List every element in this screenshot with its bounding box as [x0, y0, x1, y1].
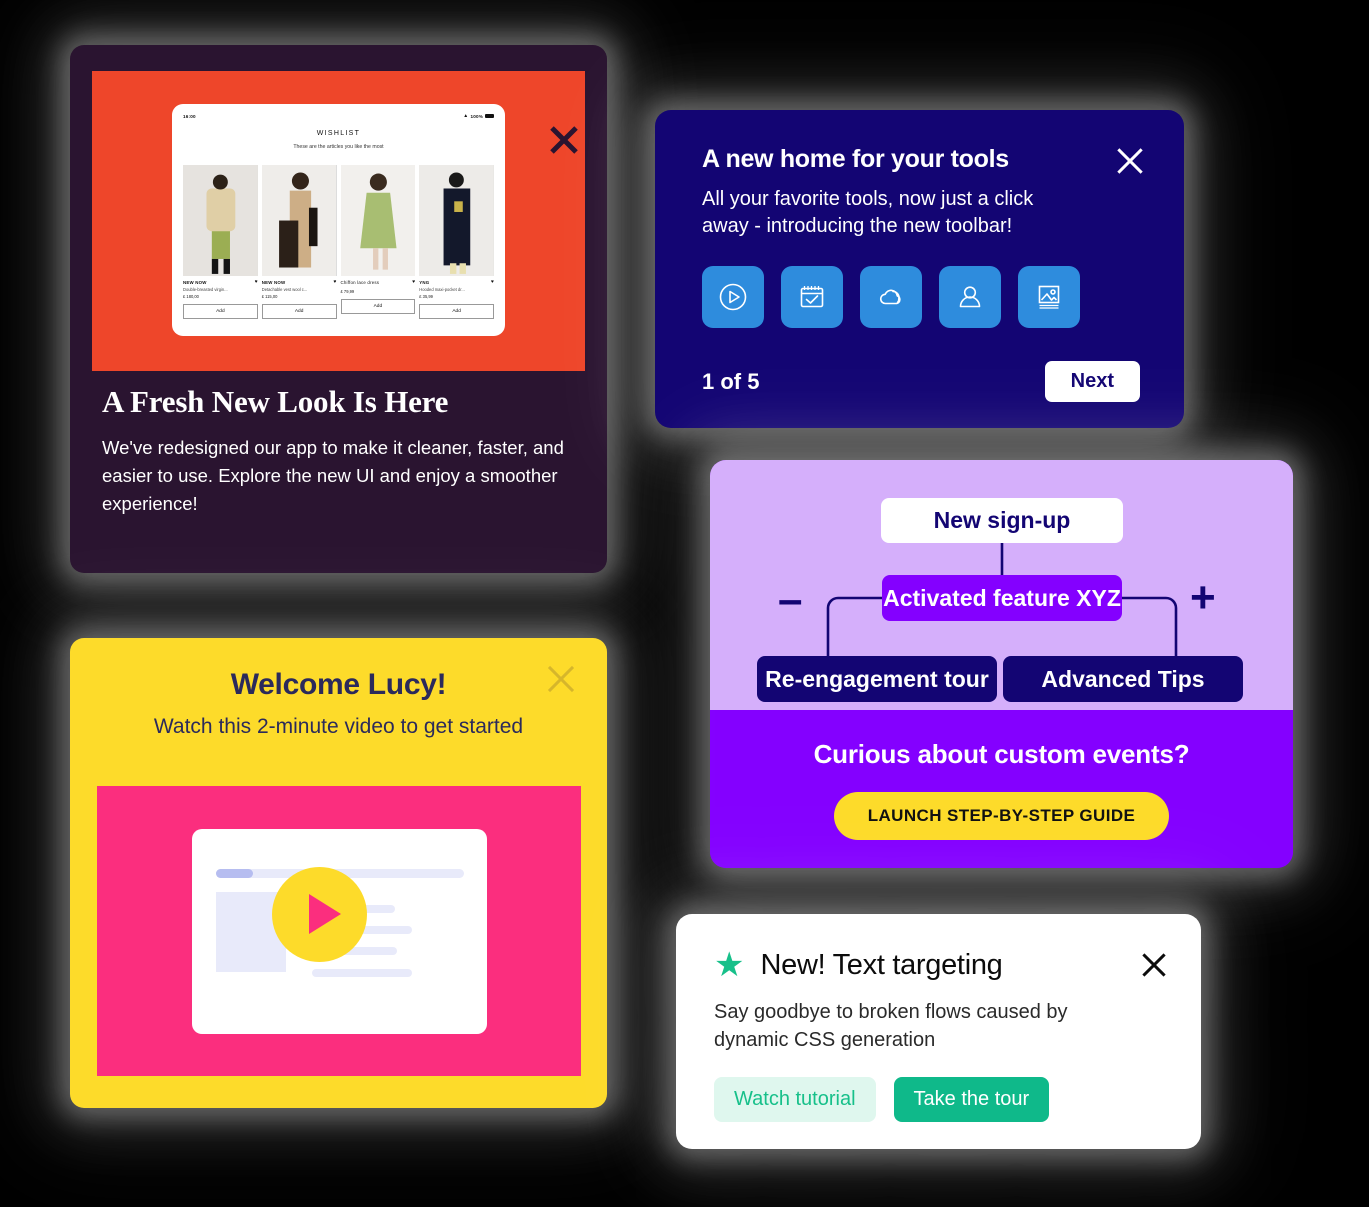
heart-icon[interactable]: ♥	[255, 280, 258, 285]
toolbar-footer: 1 of 5 Next	[702, 361, 1140, 402]
screenshot-stage: 16:00 ▲ 100% WISHLIST These are the arti…	[0, 0, 1369, 1207]
step-counter: 1 of 5	[702, 368, 760, 394]
cloud-icon[interactable]	[860, 266, 922, 328]
welcome-subheading: Watch this 2-minute video to get started	[153, 715, 524, 738]
targeting-body: Say goodbye to broken flows caused by dy…	[714, 1001, 1068, 1052]
mock-status-bar: 16:00 ▲ 100%	[183, 113, 494, 119]
close-icon[interactable]	[544, 662, 578, 696]
mock-status-battery-label: 100%	[470, 113, 483, 119]
calendar-check-icon[interactable]	[781, 266, 843, 328]
play-icon[interactable]	[271, 866, 367, 962]
battery-icon	[485, 113, 494, 119]
flow-node-activated-feature[interactable]: Activated feature XYZ	[882, 575, 1122, 621]
product-card[interactable]: NEW NOW ♥ Double-breasted virgin... £ 18…	[183, 165, 258, 319]
flow-node-new-signup[interactable]: New sign-up	[881, 498, 1123, 543]
product-meta: Chiffon lace dress ♥	[340, 280, 416, 286]
close-icon[interactable]	[1139, 950, 1169, 980]
product-meta: NEW NOW ♥	[183, 280, 258, 286]
launch-guide-button[interactable]: LAUNCH STEP-BY-STEP GUIDE	[833, 791, 1170, 840]
plus-icon[interactable]: +	[1190, 576, 1216, 620]
product-photo	[340, 165, 416, 276]
welcome-video-card: Welcome Lucy! Watch this 2-minute video …	[70, 638, 607, 1108]
add-to-cart-button[interactable]: Add	[261, 304, 337, 319]
welcome-heading: Welcome Lucy!	[230, 668, 447, 701]
add-to-cart-button[interactable]: Add	[183, 304, 258, 319]
mock-product-grid: NEW NOW ♥ Double-breasted virgin... £ 18…	[183, 165, 494, 319]
mock-text-line	[311, 968, 412, 977]
wifi-icon: ▲	[463, 113, 469, 119]
custom-events-cta: Curious about custom events? LAUNCH STEP…	[710, 710, 1293, 868]
image-icon[interactable]	[1018, 266, 1080, 328]
close-icon[interactable]	[1113, 144, 1146, 177]
add-to-cart-button[interactable]: Add	[340, 299, 416, 314]
product-description: Detachable vest wool c...	[261, 287, 308, 292]
product-description: Hooded maxi-pocket dr...	[419, 287, 465, 292]
mock-page-title: WISHLIST	[316, 130, 361, 137]
video-mock-window	[191, 828, 487, 1034]
product-card[interactable]: Chiffon lace dress ♥ £ 79,99 Add	[340, 165, 416, 319]
toolbar-card-inner: A new home for your tools All your favor…	[655, 110, 1184, 428]
fresh-look-text-block: A Fresh New Look Is Here We've redesigne…	[102, 384, 572, 518]
product-brand: Chiffon lace dress	[340, 280, 380, 285]
fresh-look-announcement-card: 16:00 ▲ 100% WISHLIST These are the arti…	[70, 45, 607, 573]
custom-events-heading: Curious about custom events?	[813, 738, 1190, 769]
product-brand: NEW NOW	[261, 280, 286, 285]
product-card[interactable]: NEW NOW ♥ Detachable vest wool c... £ 11…	[261, 165, 337, 319]
product-photo	[261, 165, 337, 276]
watch-tutorial-button[interactable]: Watch tutorial	[714, 1076, 876, 1122]
toolbar-announcement-card: A new home for your tools All your favor…	[655, 110, 1184, 428]
heart-icon[interactable]: ♥	[334, 280, 337, 285]
fresh-look-body: We've redesigned our app to make it clea…	[102, 437, 564, 515]
targeting-title: New! Text targeting	[760, 948, 1003, 981]
product-photo	[419, 165, 494, 276]
take-the-tour-button[interactable]: Take the tour	[893, 1076, 1050, 1122]
product-photo	[183, 165, 258, 276]
product-meta: NEW NOW ♥	[261, 280, 337, 286]
custom-events-card: New sign-up Activated feature XYZ Re-eng…	[710, 460, 1293, 868]
targeting-card-inner: ★ New! Text targeting Say goodbye to bro…	[676, 914, 1201, 1149]
fresh-look-hero-image: 16:00 ▲ 100% WISHLIST These are the arti…	[92, 71, 585, 371]
product-price: £ 79,99	[340, 289, 355, 294]
product-brand: NEW NOW	[183, 280, 207, 285]
flow-node-advanced-tips[interactable]: Advanced Tips	[1003, 656, 1243, 702]
product-price: £ 180,00	[183, 294, 199, 299]
flow-node-reengagement-tour[interactable]: Re-engagement tour	[757, 656, 997, 702]
product-price: £ 35,99	[419, 294, 433, 299]
mock-status-time: 16:00	[183, 113, 196, 119]
text-targeting-tooltip-card: ★ New! Text targeting Say goodbye to bro…	[676, 914, 1201, 1149]
heart-icon[interactable]: ♥	[412, 280, 415, 285]
mock-page-subtitle: These are the articles you like the most	[293, 144, 384, 150]
toolbar-icon-row	[702, 266, 1140, 328]
heart-icon[interactable]: ♥	[491, 280, 494, 285]
toolbar-body: All your favorite tools, now just a clic…	[702, 188, 1034, 237]
play-circle-icon[interactable]	[702, 266, 764, 328]
product-meta: YNG ♥	[419, 280, 494, 286]
targeting-header: ★ New! Text targeting	[714, 948, 1165, 982]
product-brand: YNG	[419, 280, 430, 285]
user-icon[interactable]	[939, 266, 1001, 328]
product-price: £ 115,00	[261, 294, 278, 299]
product-card[interactable]: YNG ♥ Hooded maxi-pocket dr... £ 35,99 A…	[419, 165, 494, 319]
mock-status-right: ▲ 100%	[463, 113, 494, 119]
product-description: Double-breasted virgin...	[183, 287, 228, 292]
wishlist-app-mockup: 16:00 ▲ 100% WISHLIST These are the arti…	[172, 104, 505, 336]
toolbar-title: A new home for your tools	[702, 145, 1009, 173]
add-to-cart-button[interactable]: Add	[419, 304, 494, 319]
minus-icon[interactable]: –	[778, 578, 802, 622]
next-button[interactable]: Next	[1044, 361, 1140, 402]
fresh-look-heading: A Fresh New Look Is Here	[102, 384, 449, 419]
targeting-button-row: Watch tutorial Take the tour	[714, 1076, 1165, 1122]
event-flow-diagram: New sign-up Activated feature XYZ Re-eng…	[710, 460, 1293, 710]
close-icon[interactable]	[547, 123, 581, 157]
star-icon: ★	[714, 946, 745, 984]
video-thumbnail[interactable]	[97, 786, 581, 1076]
